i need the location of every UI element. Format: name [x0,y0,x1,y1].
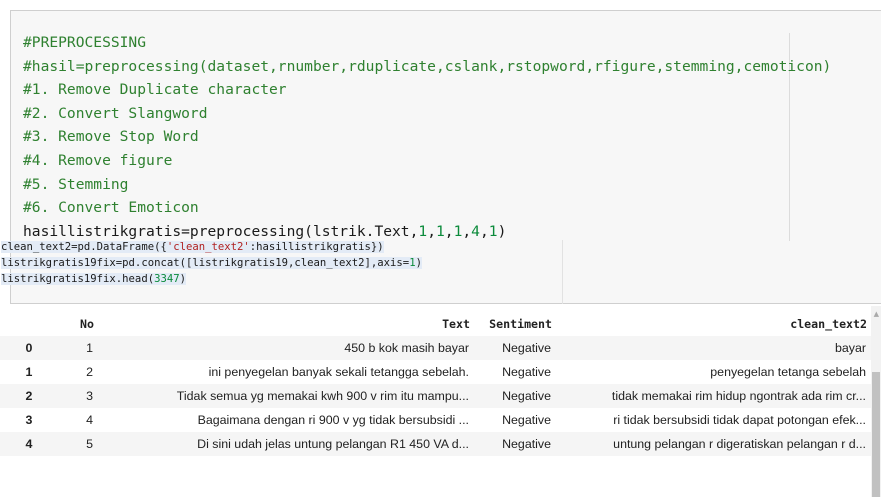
code-comment-line: #6. Convert Emoticon [23,199,199,217]
code-text: ) [415,256,422,269]
code-number: 3347 [154,272,180,285]
table-row: 4 5 Di sini udah jelas untung pelangan R… [0,432,871,456]
code-arg: 1 [418,222,428,240]
indent-guide [562,240,563,304]
table-row: 1 2 ini penyegelan banyak sekali tetangg… [0,360,871,384]
code-text: listrikgratis19fix.head( [1,272,155,285]
cell-text: ini penyegelan banyak sekali tetangga se… [208,365,469,379]
cell-sentiment: Negative [502,341,551,355]
cell-text: Bagaimana dengan ri 900 v yg tidak bersu… [197,413,469,427]
cell-no: 1 [86,341,93,355]
row-index: 3 [25,413,33,427]
code-call-suffix: ) [497,222,507,240]
dataframe-table: No Text Sentiment clean_text2 0 1 450 b … [0,312,871,456]
code-comma: , [479,222,489,240]
code-line-dataframe: clean_text2=pd.DataFrame({'clean_text2':… [1,241,384,253]
code-text: listrikgratis19fix=pd.concat([listrikgra… [1,256,410,269]
cell-sentiment: Negative [502,413,551,427]
cell-clean-text: bayar [835,341,866,355]
column-header-index [0,312,58,336]
code-comma: , [427,222,436,240]
table-row: 0 1 450 b kok masih bayar Negative bayar [0,336,871,360]
cell-no: 2 [86,365,93,379]
cell-sentiment: Negative [502,389,551,403]
column-header-sentiment: Sentiment [489,317,552,331]
column-header-text: Text [442,317,470,331]
table-row: 2 3 Tidak semua yg memakai kwh 900 v rim… [0,384,871,408]
row-index: 1 [25,365,33,379]
table-header-row: No Text Sentiment clean_text2 [0,312,871,336]
code-comment-line: #5. Stemming [23,175,129,193]
code-comma: , [462,222,472,240]
output-scrollbar[interactable]: ▲ [871,306,881,497]
code-line-concat: listrikgratis19fix=pd.concat([listrikgra… [1,256,422,269]
code-cell[interactable]: #PREPROCESSING #hasil=preprocessing(data… [1,10,881,304]
cell-sentiment: Negative [502,365,551,379]
cell-text: Di sini udah jelas untung pelangan R1 45… [197,437,469,451]
code-comma: , [444,222,454,240]
code-comment-line: #hasil=preprocessing(dataset,rnumber,rdu… [23,57,832,75]
code-text: clean_text2=pd.DataFrame({ [1,241,167,253]
code-comment-line: #2. Convert Slangword [23,104,208,122]
code-comment-line: #PREPROCESSING [23,34,147,51]
cell-text: 450 b kok masih bayar [344,341,469,355]
code-arg: 1 [488,222,498,240]
row-index: 4 [25,437,33,451]
code-editor-main[interactable]: #PREPROCESSING #hasil=preprocessing(data… [23,31,831,243]
scrollbar-thumb[interactable] [872,372,880,497]
scroll-up-arrow-icon[interactable]: ▲ [874,310,879,318]
code-comment-line: #1. Remove Duplicate character [23,81,287,99]
cell-text: Tidak semua yg memakai kwh 900 v rim itu… [176,389,469,403]
row-index: 0 [25,341,33,355]
code-text: :hasillistrikgratis}) [249,241,384,253]
cell-no: 3 [86,389,93,403]
code-text: ) [179,272,186,285]
output-area: No Text Sentiment clean_text2 0 1 450 b … [0,306,881,497]
cell-clean-text: ri tidak bersubsidi tidak dapat potongan… [613,413,866,427]
code-comment-line: #3. Remove Stop Word [23,128,199,146]
column-header-no: No [80,317,94,331]
cell-clean-text: untung pelangan r digeratiskan pelangan … [613,437,866,451]
code-string: 'clean_text2' [166,241,250,253]
column-header-clean-text2: clean_text2 [790,317,867,331]
row-index: 2 [25,389,33,403]
code-arg: 4 [471,222,480,240]
cell-clean-text: tidak memakai rim hidup ngontrak ada rim… [611,389,866,403]
code-line-head: listrikgratis19fix.head(3347) [1,272,186,285]
cell-no: 5 [86,437,93,451]
code-arg: 1 [435,222,445,240]
cell-no: 4 [86,413,93,427]
table-row: 3 4 Bagaimana dengan ri 900 v yg tidak b… [0,408,871,432]
code-call-prefix: hasillistrikgratis=preprocessing(lstrik.… [23,222,419,240]
code-comment-line: #4. Remove figure [23,151,173,169]
cell-clean-text: penyegelan tetanga sebelah [710,365,866,379]
cell-sentiment: Negative [502,437,551,451]
code-editor-tail[interactable]: clean_text2=pd.DataFrame({'clean_text2':… [1,240,422,287]
